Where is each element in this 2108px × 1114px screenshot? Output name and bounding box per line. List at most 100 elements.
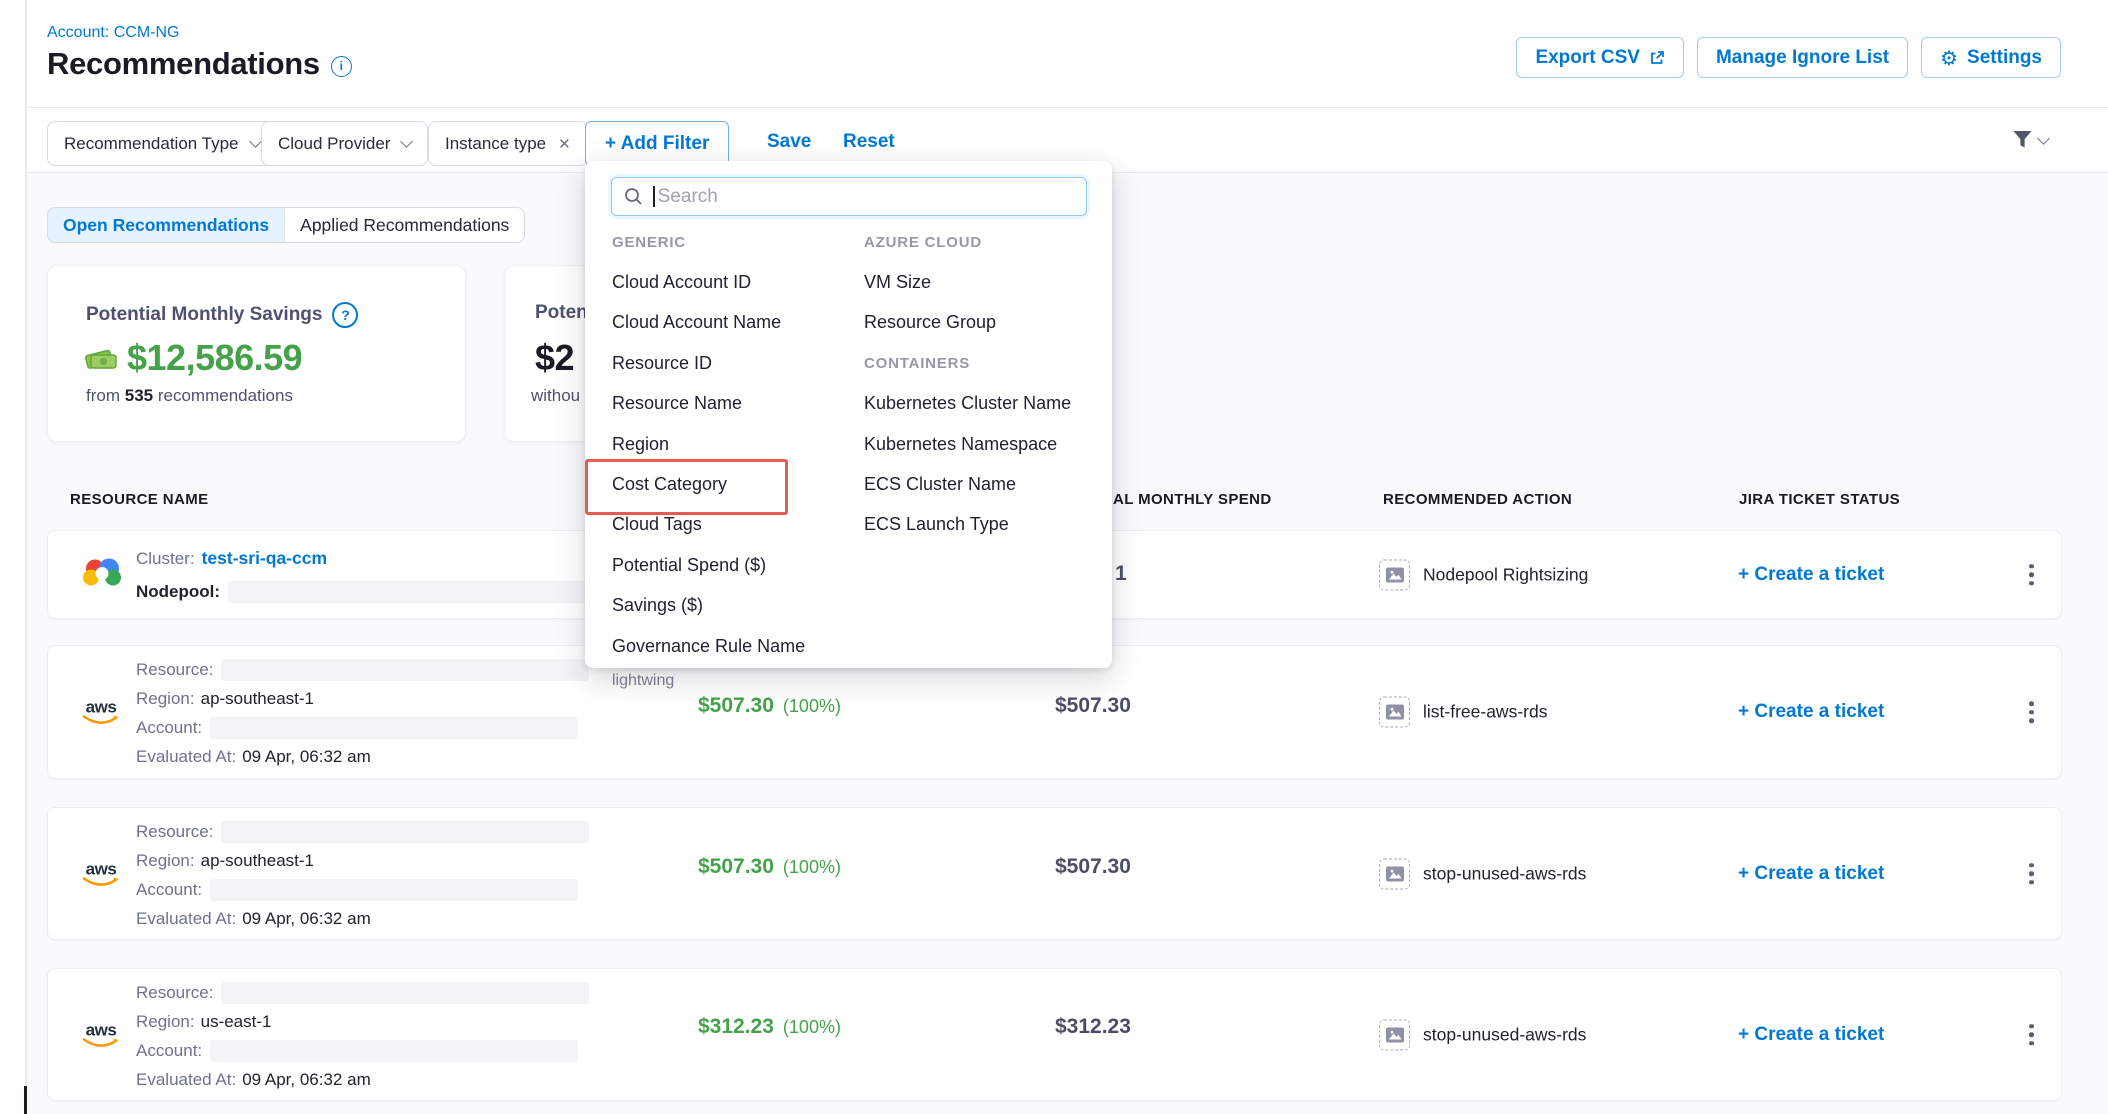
close-icon[interactable]: ✕ bbox=[558, 135, 571, 153]
evaluated-at-label: Evaluated At: bbox=[136, 747, 236, 767]
filter-option-resource-name[interactable]: Resource Name bbox=[612, 393, 742, 414]
account-label: Account: bbox=[136, 880, 202, 900]
filter-option-kubernetes-namespace[interactable]: Kubernetes Namespace bbox=[864, 434, 1057, 455]
region-label: Region: bbox=[136, 689, 195, 709]
total-spend-value: $312.23 bbox=[1055, 1015, 1131, 1039]
tab-applied-recommendations[interactable]: Applied Recommendations bbox=[284, 208, 524, 242]
section-title-containers: CONTAINERS bbox=[864, 355, 970, 372]
hidden-column-partial-text: lightwing bbox=[612, 672, 674, 690]
filter-option-resource-group[interactable]: Resource Group bbox=[864, 312, 996, 333]
breadcrumb[interactable]: Account: CCM-NG bbox=[47, 24, 179, 42]
filter-chip-recommendation-type[interactable]: Recommendation Type bbox=[47, 121, 277, 166]
redacted-resource-value bbox=[221, 659, 589, 681]
region-value: ap-southeast-1 bbox=[201, 851, 314, 871]
region-value: us-east-1 bbox=[201, 1012, 272, 1032]
settings-button[interactable]: ⚙ Settings bbox=[1921, 37, 2061, 78]
table-row[interactable]: aws Resource: Region: ap-southeast-1 Acc… bbox=[47, 807, 2062, 940]
cluster-label: Cluster: bbox=[136, 549, 195, 569]
create-ticket-button[interactable]: + Create a ticket bbox=[1738, 863, 1884, 885]
filter-option-cloud-tags[interactable]: Cloud Tags bbox=[612, 514, 702, 535]
total-spend-value: $507.30 bbox=[1055, 855, 1131, 879]
save-filter-link[interactable]: Save bbox=[767, 131, 811, 153]
create-ticket-button[interactable]: + Create a ticket bbox=[1738, 701, 1884, 723]
evaluated-at-value: 09 Apr, 06:32 am bbox=[242, 747, 371, 767]
filter-chip-instance-type[interactable]: Instance type ✕ bbox=[428, 121, 588, 166]
manage-ignore-list-label: Manage Ignore List bbox=[1716, 47, 1889, 69]
filter-option-ecs-cluster-name[interactable]: ECS Cluster Name bbox=[864, 474, 1016, 495]
filter-option-potential-spend[interactable]: Potential Spend ($) bbox=[612, 555, 766, 576]
savings-amount: $12,586.59 bbox=[127, 337, 302, 379]
header-divider bbox=[27, 107, 2108, 108]
region-label: Region: bbox=[136, 851, 195, 871]
filter-chip-cloud-provider[interactable]: Cloud Provider bbox=[261, 121, 428, 166]
monthly-savings-cell: $507.30 (100%) bbox=[698, 694, 841, 718]
export-csv-label: Export CSV bbox=[1535, 47, 1640, 69]
recommended-action-label: Nodepool Rightsizing bbox=[1423, 564, 1588, 585]
cost-category-highlight-box bbox=[585, 459, 788, 515]
filter-option-resource-id[interactable]: Resource ID bbox=[612, 353, 712, 374]
recommended-action-label: stop-unused-aws-rds bbox=[1423, 863, 1586, 884]
filter-funnel-button[interactable] bbox=[2012, 130, 2048, 149]
chevron-down-icon bbox=[2037, 132, 2050, 145]
redacted-account-value bbox=[210, 1040, 578, 1062]
section-title-generic: GENERIC bbox=[612, 234, 686, 251]
aws-icon: aws bbox=[81, 861, 121, 886]
row-menu-button[interactable] bbox=[2023, 695, 2040, 729]
export-csv-button[interactable]: Export CSV bbox=[1516, 37, 1684, 78]
recommended-action-cell: Nodepool Rightsizing bbox=[1379, 559, 1588, 590]
filter-option-region[interactable]: Region bbox=[612, 434, 669, 455]
page-title: Recommendations bbox=[47, 46, 320, 82]
recommended-action-label: list-free-aws-rds bbox=[1423, 702, 1547, 723]
aws-icon: aws bbox=[81, 1022, 121, 1047]
info-icon[interactable]: i bbox=[331, 56, 352, 77]
settings-label: Settings bbox=[1967, 47, 2042, 69]
redacted-resource-value bbox=[221, 821, 589, 843]
savings-value: $507.30 bbox=[698, 694, 774, 718]
recommendations-page: Account: CCM-NG Recommendations i Export… bbox=[0, 0, 2108, 1114]
savings-value: $312.23 bbox=[698, 1015, 774, 1039]
resource-label: Resource: bbox=[136, 822, 213, 842]
add-filter-button[interactable]: + Add Filter bbox=[585, 121, 729, 166]
redacted-nodepool-value bbox=[228, 581, 646, 603]
manage-ignore-list-button[interactable]: Manage Ignore List bbox=[1697, 37, 1908, 78]
create-ticket-button[interactable]: + Create a ticket bbox=[1738, 1024, 1884, 1046]
recommended-action-cell: stop-unused-aws-rds bbox=[1379, 1019, 1586, 1050]
total-spend-value: $507.30 bbox=[1055, 694, 1131, 718]
section-title-azure-cloud: AZURE CLOUD bbox=[864, 234, 982, 251]
table-row[interactable]: aws Resource: Region: us-east-1 Account:… bbox=[47, 968, 2062, 1101]
toolbar: Export CSV Manage Ignore List ⚙ Settings bbox=[1516, 37, 2061, 78]
filter-option-governance-rule-name[interactable]: Governance Rule Name bbox=[612, 636, 805, 657]
tab-open-recommendations[interactable]: Open Recommendations bbox=[48, 208, 284, 242]
redacted-account-value bbox=[210, 879, 578, 901]
column-header-total-monthly-spend: AL MONTHLY SPEND bbox=[1113, 491, 1272, 508]
filter-option-kubernetes-cluster-name[interactable]: Kubernetes Cluster Name bbox=[864, 393, 1071, 414]
filter-option-vm-size[interactable]: VM Size bbox=[864, 272, 931, 293]
filter-option-ecs-launch-type[interactable]: ECS Launch Type bbox=[864, 514, 1009, 535]
recommended-action-cell: stop-unused-aws-rds bbox=[1379, 858, 1586, 889]
evaluated-at-label: Evaluated At: bbox=[136, 909, 236, 929]
filter-search-input[interactable]: Search bbox=[611, 177, 1087, 216]
row-menu-button[interactable] bbox=[2023, 1018, 2040, 1052]
filter-option-cloud-account-id[interactable]: Cloud Account ID bbox=[612, 272, 751, 293]
row-menu-button[interactable] bbox=[2023, 558, 2040, 592]
evaluated-at-value: 09 Apr, 06:32 am bbox=[242, 909, 371, 929]
row-menu-button[interactable] bbox=[2023, 857, 2040, 891]
savings-percent: (100%) bbox=[783, 1017, 841, 1038]
column-header-recommended-action: RECOMMENDED ACTION bbox=[1383, 491, 1572, 508]
filter-option-cloud-account-name[interactable]: Cloud Account Name bbox=[612, 312, 781, 333]
add-filter-dropdown: Search GENERIC Cloud Account ID Cloud Ac… bbox=[585, 161, 1112, 668]
generic-filter-column: GENERIC Cloud Account ID Cloud Account N… bbox=[612, 222, 805, 666]
savings-percent: (100%) bbox=[783, 857, 841, 878]
reset-filter-link[interactable]: Reset bbox=[843, 131, 895, 153]
filter-chip-label: Recommendation Type bbox=[64, 134, 239, 154]
cluster-link[interactable]: test-sri-qa-ccm bbox=[202, 548, 327, 569]
create-ticket-button[interactable]: + Create a ticket bbox=[1738, 564, 1884, 586]
money-icon bbox=[84, 346, 117, 370]
savings-value: $507.30 bbox=[698, 855, 774, 879]
redacted-account-value bbox=[210, 717, 578, 739]
filter-option-savings[interactable]: Savings ($) bbox=[612, 595, 703, 616]
recommendation-type-icon bbox=[1379, 858, 1410, 889]
monthly-savings-cell: $507.30 (100%) bbox=[698, 855, 841, 879]
recommendation-type-icon bbox=[1379, 559, 1410, 590]
help-icon[interactable]: ? bbox=[332, 302, 358, 328]
